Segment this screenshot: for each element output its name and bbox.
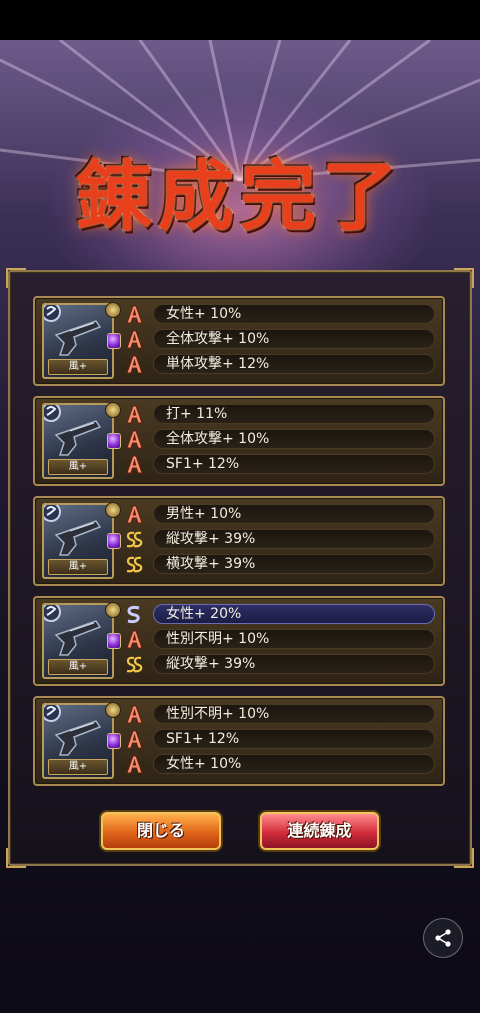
stat-row: 全体攻撃+ 10% — [125, 327, 437, 352]
pistol-icon — [54, 420, 102, 456]
rank-a-icon — [126, 755, 143, 774]
stat-text: 横攻撃+ 39% — [153, 554, 435, 574]
stat-row: 女性+ 20% — [125, 602, 437, 627]
jewel-icon — [107, 433, 121, 449]
jewel-icon — [107, 733, 121, 749]
corner-ornament — [454, 268, 474, 288]
corner-ornament — [6, 848, 26, 868]
weapon-thumbnail[interactable]: 風+ — [42, 703, 114, 779]
rank-a-icon — [126, 630, 143, 649]
stat-row: 横攻撃+ 39% — [125, 552, 437, 577]
star-slot-icon — [105, 402, 121, 418]
pistol-icon — [54, 620, 102, 656]
stat-text: 全体攻撃+ 10% — [153, 429, 435, 449]
pistol-icon — [54, 520, 102, 556]
rank-s-icon — [127, 605, 140, 624]
star-slot-icon — [105, 502, 121, 518]
stat-text: 男性+ 10% — [153, 504, 435, 524]
stat-row: SF1+ 12% — [125, 727, 437, 752]
stat-row: 性別不明+ 10% — [125, 702, 437, 727]
rank-a-icon — [126, 355, 143, 374]
share-button[interactable] — [423, 918, 463, 958]
stat-row: 打+ 11% — [125, 402, 437, 427]
rank-ss-icon — [126, 656, 143, 673]
rank-a-icon — [126, 430, 143, 449]
rank-a-icon — [126, 405, 143, 424]
rank-a-icon — [126, 505, 143, 524]
stat-row: 縦攻撃+ 39% — [125, 652, 437, 677]
rank-ss-icon — [126, 531, 143, 548]
rank-a-icon — [126, 305, 143, 324]
continuous-refine-button[interactable]: 連続錬成 — [260, 812, 379, 850]
stat-text: 女性+ 10% — [153, 754, 435, 774]
rank-a-icon — [126, 730, 143, 749]
result-card: 風+ 男性+ 10% 縦攻撃+ 39% 横攻撃+ 39% — [33, 496, 445, 586]
result-card: 風+ 女性+ 10% 全体攻撃+ 10% 単体攻撃+ 12% — [33, 296, 445, 386]
stat-text: 単体攻撃+ 12% — [153, 354, 435, 374]
star-slot-icon — [105, 602, 121, 618]
element-label: 風+ — [48, 459, 108, 475]
weapon-thumbnail[interactable]: 風+ — [42, 303, 114, 379]
close-button[interactable]: 閉じる — [101, 812, 221, 850]
stat-text: 縦攻撃+ 39% — [153, 654, 435, 674]
weapon-thumbnail[interactable]: 風+ — [42, 403, 114, 479]
weapon-thumbnail[interactable]: 風+ — [42, 503, 114, 579]
stat-text: 性別不明+ 10% — [153, 629, 435, 649]
jewel-icon — [107, 533, 121, 549]
rank-ss-icon — [126, 556, 143, 573]
result-card: 風+ 打+ 11% 全体攻撃+ 10% SF1+ 12% — [33, 396, 445, 486]
rank-a-icon — [126, 330, 143, 349]
corner-ornament — [454, 848, 474, 868]
page-title: 錬成完了 — [76, 152, 404, 241]
rank-a-icon — [126, 705, 143, 724]
element-label: 風+ — [48, 659, 108, 675]
result-card: 風+ 女性+ 20% 性別不明+ 10% 縦攻撃+ 39% — [33, 596, 445, 686]
jewel-icon — [107, 633, 121, 649]
stat-row: 性別不明+ 10% — [125, 627, 437, 652]
stat-text: 女性+ 20% — [153, 604, 435, 624]
stat-row: 全体攻撃+ 10% — [125, 427, 437, 452]
rank-a-icon — [126, 455, 143, 474]
stat-text: SF1+ 12% — [153, 729, 435, 749]
star-slot-icon — [105, 302, 121, 318]
stat-text: SF1+ 12% — [153, 454, 435, 474]
stat-text: 打+ 11% — [153, 404, 435, 424]
corner-ornament — [6, 268, 26, 288]
element-label: 風+ — [48, 559, 108, 575]
element-label: 風+ — [48, 359, 108, 375]
element-label: 風+ — [48, 759, 108, 775]
stat-text: 女性+ 10% — [153, 304, 435, 324]
stat-row: 女性+ 10% — [125, 302, 437, 327]
stat-row: 男性+ 10% — [125, 502, 437, 527]
result-card: 風+ 性別不明+ 10% SF1+ 12% 女性+ 10% — [33, 696, 445, 786]
stat-row: 縦攻撃+ 39% — [125, 527, 437, 552]
stat-row: 単体攻撃+ 12% — [125, 352, 437, 377]
pistol-icon — [54, 720, 102, 756]
weapon-thumbnail[interactable]: 風+ — [42, 603, 114, 679]
stat-text: 縦攻撃+ 39% — [153, 529, 435, 549]
star-slot-icon — [105, 702, 121, 718]
share-icon — [435, 929, 451, 947]
jewel-icon — [107, 333, 121, 349]
stat-row: SF1+ 12% — [125, 452, 437, 477]
stat-text: 性別不明+ 10% — [153, 704, 435, 724]
status-bar — [0, 0, 480, 40]
stat-row: 女性+ 10% — [125, 752, 437, 777]
stat-text: 全体攻撃+ 10% — [153, 329, 435, 349]
pistol-icon — [54, 320, 102, 356]
